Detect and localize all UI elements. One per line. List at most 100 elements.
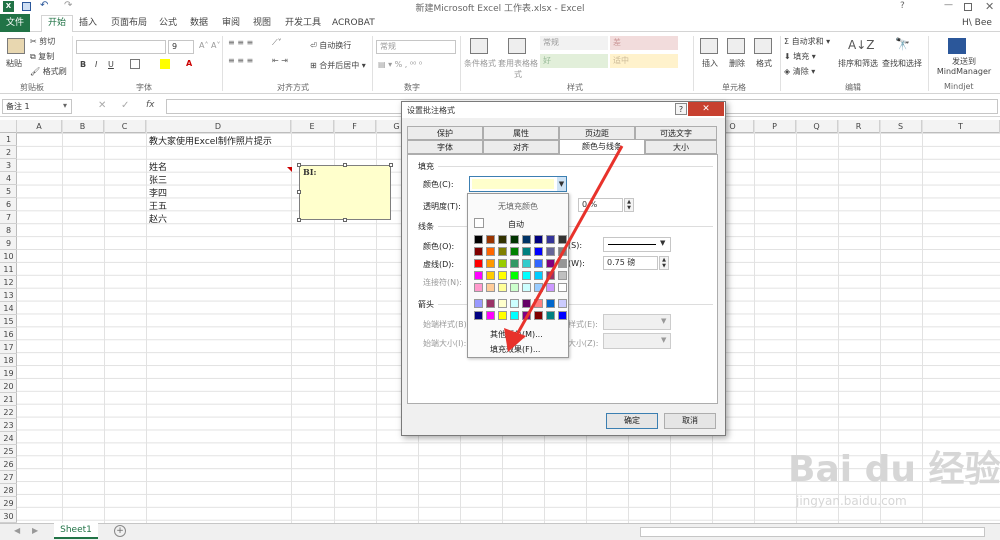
- row-header[interactable]: 2: [0, 146, 17, 159]
- align-left-icon[interactable]: ≡ ≡ ≡: [228, 56, 253, 65]
- row-header[interactable]: 11: [0, 263, 17, 276]
- row-header[interactable]: 13: [0, 289, 17, 302]
- number-buttons-icon[interactable]: ▤ ▾ % , ⁰⁰ ⁰: [378, 60, 422, 69]
- fill-button[interactable]: ⬇ 填充 ▾: [784, 51, 816, 62]
- line-weight-spinner[interactable]: ▲ ▼: [659, 256, 669, 270]
- paste-button[interactable]: 粘贴: [6, 58, 22, 69]
- prev-sheet-icon[interactable]: ◀: [14, 526, 20, 535]
- tab-review[interactable]: 审阅: [222, 16, 240, 32]
- sort-filter-button[interactable]: 排序和筛选: [838, 58, 878, 69]
- sheet-tab[interactable]: Sheet1: [54, 523, 98, 539]
- tab-data[interactable]: 数据: [190, 16, 208, 32]
- grow-font-icon[interactable]: A˄: [199, 41, 208, 50]
- border-icon[interactable]: [130, 59, 140, 69]
- row-header[interactable]: 5: [0, 185, 17, 198]
- row-header[interactable]: 20: [0, 380, 17, 393]
- fill-color-icon[interactable]: [160, 59, 170, 69]
- auto-color-swatch[interactable]: [474, 218, 484, 228]
- row-header[interactable]: 24: [0, 432, 17, 445]
- cancel-button[interactable]: 取消: [664, 413, 716, 429]
- sort-filter-icon[interactable]: A↓Z: [848, 38, 874, 52]
- style-bad[interactable]: 差: [610, 36, 678, 50]
- tab-size[interactable]: 大小: [645, 140, 717, 154]
- cell-d4[interactable]: 张三: [149, 173, 167, 186]
- close-icon[interactable]: ✕: [985, 0, 994, 13]
- row-header[interactable]: 7: [0, 211, 17, 224]
- row-header[interactable]: 18: [0, 354, 17, 367]
- color-swatch[interactable]: [474, 235, 483, 244]
- select-all-corner[interactable]: [0, 120, 17, 133]
- row-header[interactable]: 4: [0, 172, 17, 185]
- mindmanager-icon[interactable]: [948, 38, 966, 54]
- style-neutral[interactable]: 适中: [610, 54, 678, 68]
- column-header[interactable]: A: [17, 120, 62, 133]
- enter-formula-icon[interactable]: ✓: [121, 100, 129, 111]
- clear-button[interactable]: ◈ 清除 ▾: [784, 66, 815, 77]
- row-header[interactable]: 26: [0, 458, 17, 471]
- row-header[interactable]: 23: [0, 419, 17, 432]
- font-size-select[interactable]: 9: [168, 40, 194, 54]
- color-swatch[interactable]: [474, 247, 483, 256]
- row-header[interactable]: 12: [0, 276, 17, 289]
- find-select-icon[interactable]: 🔭: [895, 37, 910, 51]
- cell-d1[interactable]: 教大家使用Excel制作照片提示: [149, 134, 272, 147]
- row-header[interactable]: 22: [0, 406, 17, 419]
- format-painter-button[interactable]: 🖌 格式刷: [30, 66, 67, 77]
- tab-formulas[interactable]: 公式: [159, 16, 177, 32]
- insert-function-icon[interactable]: fx: [146, 100, 155, 110]
- ok-button[interactable]: 确定: [606, 413, 658, 429]
- column-header[interactable]: B: [62, 120, 104, 133]
- tab-protection[interactable]: 保护: [407, 126, 483, 140]
- minimize-icon[interactable]: —: [944, 0, 953, 10]
- tab-margins[interactable]: 页边距: [559, 126, 635, 140]
- line-style-dropdown-icon[interactable]: ▼: [660, 239, 665, 247]
- delete-cells-icon[interactable]: [727, 38, 745, 54]
- style-normal[interactable]: 常规: [540, 36, 608, 50]
- cancel-formula-icon[interactable]: ✕: [98, 100, 106, 111]
- bold-button[interactable]: B: [80, 60, 86, 69]
- comment-handle[interactable]: [297, 163, 301, 167]
- column-header[interactable]: D: [146, 120, 291, 133]
- comment-handle[interactable]: [343, 218, 347, 222]
- tab-properties[interactable]: 属性: [483, 126, 559, 140]
- row-header[interactable]: 28: [0, 484, 17, 497]
- tab-view[interactable]: 视图: [253, 16, 271, 32]
- row-header[interactable]: 8: [0, 224, 17, 237]
- row-header[interactable]: 10: [0, 250, 17, 263]
- style-good[interactable]: 好: [540, 54, 608, 68]
- underline-button[interactable]: U: [108, 60, 114, 69]
- column-header[interactable]: F: [334, 120, 376, 133]
- column-header[interactable]: E: [291, 120, 334, 133]
- tab-home[interactable]: 开始: [41, 15, 74, 33]
- cut-button[interactable]: ✂ 剪切: [30, 36, 55, 47]
- row-header[interactable]: 19: [0, 367, 17, 380]
- column-header[interactable]: P: [754, 120, 796, 133]
- shrink-font-icon[interactable]: A˅: [211, 41, 220, 50]
- tab-insert[interactable]: 插入: [79, 16, 97, 32]
- row-header[interactable]: 3: [0, 159, 17, 172]
- insert-cells-button[interactable]: 插入: [702, 58, 718, 69]
- dialog-help-button[interactable]: ?: [675, 103, 687, 115]
- cell-d7[interactable]: 赵六: [149, 212, 167, 225]
- comment-handle[interactable]: [297, 218, 301, 222]
- paste-icon[interactable]: [7, 38, 25, 54]
- align-top-icon[interactable]: ≡ ≡ ≡: [228, 38, 253, 47]
- row-header[interactable]: 27: [0, 471, 17, 484]
- insert-cells-icon[interactable]: [700, 38, 718, 54]
- tab-acrobat[interactable]: ACROBAT: [332, 16, 375, 32]
- cell-d6[interactable]: 王五: [149, 199, 167, 212]
- help-icon[interactable]: ?: [900, 1, 905, 11]
- color-swatch[interactable]: [474, 259, 483, 268]
- format-as-table-icon[interactable]: [508, 38, 526, 54]
- tab-page-layout[interactable]: 页面布局: [111, 16, 147, 32]
- italic-button[interactable]: I: [95, 60, 97, 69]
- horizontal-scrollbar[interactable]: [640, 527, 985, 537]
- row-header[interactable]: 1: [0, 133, 17, 146]
- merge-center-button[interactable]: ⊞ 合并后居中 ▾: [310, 60, 366, 71]
- row-header[interactable]: 14: [0, 302, 17, 315]
- orientation-icon[interactable]: ⟋˅: [272, 38, 282, 48]
- row-header[interactable]: 16: [0, 328, 17, 341]
- tab-developer[interactable]: 开发工具: [285, 16, 321, 32]
- cell-d3[interactable]: 姓名: [149, 160, 167, 173]
- column-header[interactable]: R: [838, 120, 880, 133]
